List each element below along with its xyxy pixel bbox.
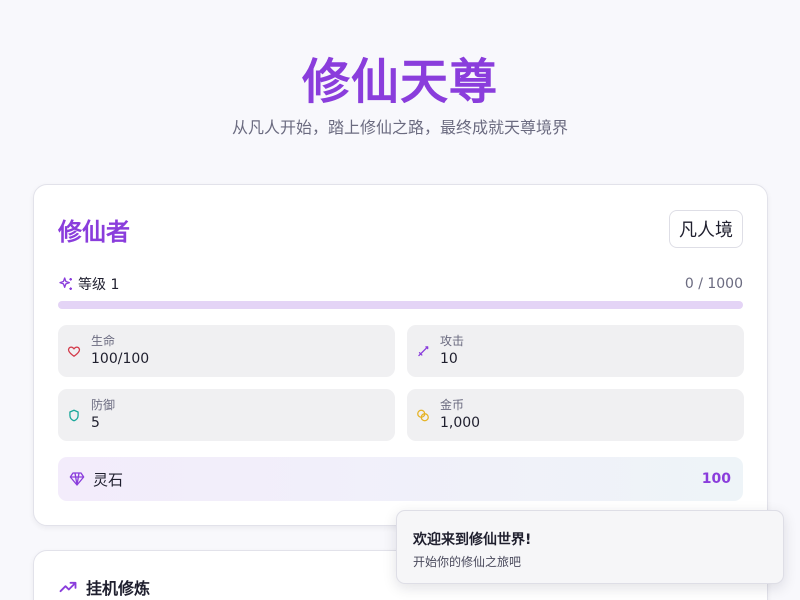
- stat-label: 攻击: [440, 334, 465, 348]
- stats-grid: 生命 100/100 攻击 10 防御 5 金币 1,000: [58, 325, 744, 441]
- hero: 修仙天尊 从凡人开始，踏上修仙之路，最终成就天尊境界: [0, 0, 800, 138]
- stat-label: 金币: [440, 398, 465, 412]
- sparkles-icon: [58, 276, 74, 292]
- stat-value: 10: [440, 351, 458, 367]
- page-title: 修仙天尊: [301, 54, 498, 110]
- stat-hp: 生命 100/100: [58, 325, 395, 377]
- stat-label: 生命: [91, 334, 116, 348]
- stat-value: 5: [91, 415, 100, 431]
- welcome-toast[interactable]: 欢迎来到修仙世界! 开始你的修仙之旅吧: [396, 510, 784, 584]
- coins-icon: [416, 408, 430, 422]
- level-label: 等级 1: [78, 277, 120, 293]
- realm-badge: 凡人境: [669, 210, 743, 248]
- shield-icon: [67, 408, 81, 422]
- spirit-stones-value: 100: [701, 471, 731, 487]
- level-row: 等级 1 0 / 1000: [58, 273, 743, 295]
- stat-gold: 金币 1,000: [407, 389, 744, 441]
- stat-value: 1,000: [440, 415, 481, 431]
- gem-icon: [69, 471, 85, 487]
- character-header: 修仙者 凡人境: [58, 185, 743, 271]
- heart-icon: [67, 344, 81, 358]
- toast-title: 欢迎来到修仙世界!: [413, 532, 532, 548]
- exp-text: 0 / 1000: [684, 276, 743, 292]
- character-name: 修仙者: [58, 217, 130, 246]
- toast-description: 开始你的修仙之旅吧: [413, 555, 522, 569]
- sword-icon: [416, 344, 430, 358]
- stat-defense: 防御 5: [58, 389, 395, 441]
- spirit-stones-label: 灵石: [93, 470, 124, 489]
- spirit-stones: 灵石 100: [58, 457, 743, 501]
- page-subtitle: 从凡人开始，踏上修仙之路，最终成就天尊境界: [231, 118, 568, 137]
- character-card: 修仙者 凡人境 等级 1 0 / 1000 生命 100/100 攻击 10 防…: [33, 184, 768, 526]
- trending-up-icon: [58, 577, 78, 597]
- stat-value: 100/100: [91, 351, 150, 367]
- stat-label: 防御: [91, 398, 116, 412]
- stat-attack: 攻击 10: [407, 325, 744, 377]
- exp-progress-bar: [58, 301, 743, 309]
- idle-title: 挂机修炼: [86, 579, 151, 598]
